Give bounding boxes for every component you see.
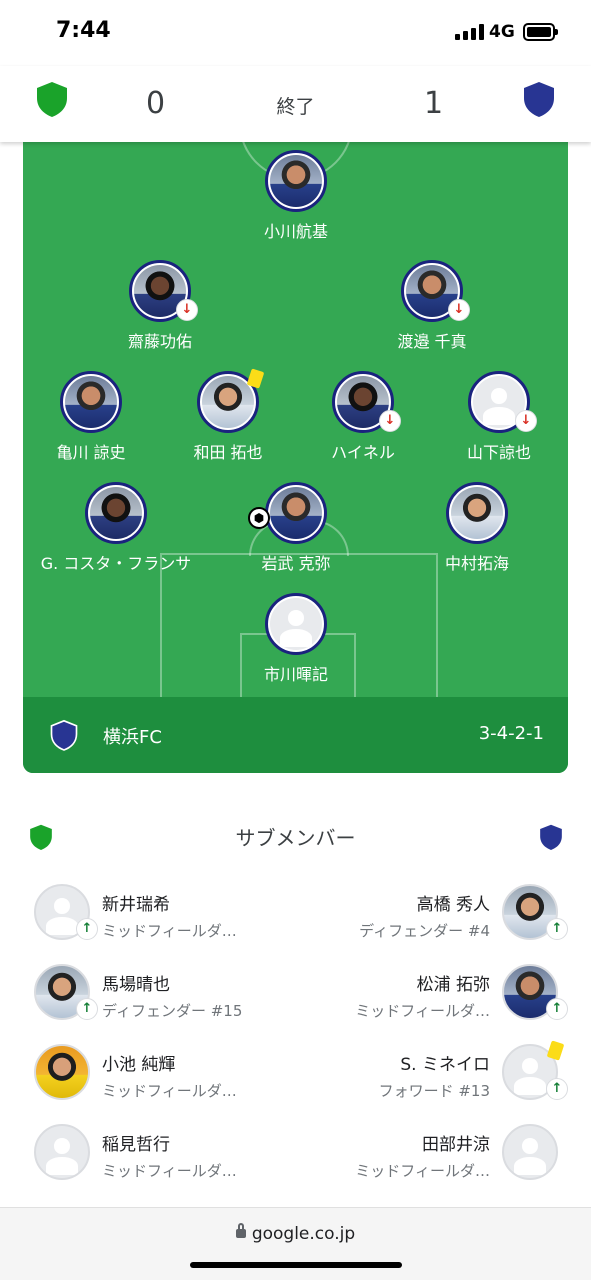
- home-indicator[interactable]: [190, 1262, 402, 1268]
- url-text: google.co.jp: [251, 1224, 356, 1244]
- player-card[interactable]: 小川航基: [196, 150, 396, 242]
- player-name: 渡邉 千真: [397, 332, 467, 351]
- sub-in-icon: ↑: [546, 918, 568, 940]
- battery-icon: [523, 23, 558, 41]
- sub-player-name: 馬場晴也: [102, 975, 170, 995]
- player-card[interactable]: ↓ 渡邉 千真: [332, 260, 532, 352]
- sub-out-icon: ↓: [379, 410, 401, 432]
- away-score: 1: [424, 86, 444, 121]
- sub-out-icon: ↓: [448, 299, 470, 321]
- player-name: 齋藤功佑: [127, 332, 192, 351]
- lineup-pitch: 小川航基 ↓ 齋藤功佑 ↓ 渡邉 千真 亀川 諒史 和田 拓也 ↓ ハイネル ↓…: [23, 140, 568, 773]
- sub-player-position: ミッドフィールダ…: [102, 1162, 237, 1180]
- sub-player-name: 高橋 秀人: [416, 895, 490, 915]
- player-avatar: [502, 1124, 558, 1180]
- player-avatar: ↓: [468, 371, 537, 433]
- sub-player-item[interactable]: ↑ 高橋 秀人 ディフェンダー #4: [300, 880, 570, 950]
- sub-in-icon: ↑: [76, 998, 98, 1020]
- sub-player-position: フォワード #13: [378, 1082, 490, 1100]
- player-avatar: ⬢: [248, 482, 327, 544]
- away-shield-icon: [540, 824, 562, 850]
- sub-player-name: 松浦 拓弥: [416, 975, 490, 995]
- sub-in-icon: ↑: [546, 1078, 568, 1100]
- sub-player-position: ミッドフィールダ…: [355, 1162, 490, 1180]
- sub-player-position: ミッドフィールダ…: [102, 922, 237, 940]
- sub-player-position: ディフェンダー #4: [359, 922, 490, 940]
- url-display[interactable]: google.co.jp: [0, 1223, 591, 1244]
- team-shield-icon: [50, 719, 78, 751]
- player-avatar: [85, 482, 147, 544]
- status-bar: 7:44 4G: [0, 0, 591, 66]
- player-avatar: [60, 371, 122, 433]
- sub-player-name: S. ミネイロ: [400, 1055, 490, 1075]
- sub-player-item[interactable]: ↑ 馬場晴也 ディフェンダー #15: [22, 960, 292, 1030]
- sub-player-position: ミッドフィールダ…: [355, 1002, 490, 1020]
- sub-player-item[interactable]: 稲見哲行 ミッドフィールダ…: [22, 1120, 292, 1190]
- team-name: 横浜FC: [103, 727, 162, 748]
- sub-player-position: ディフェンダー #15: [102, 1002, 243, 1020]
- sub-player-item[interactable]: 小池 純輝 ミッドフィールダ…: [22, 1040, 292, 1110]
- sub-player-item[interactable]: ↑ 新井瑞希 ミッドフィールダ…: [22, 880, 292, 950]
- sub-out-icon: ↓: [515, 410, 537, 432]
- sub-in-icon: ↑: [76, 918, 98, 940]
- player-avatar: ↓: [332, 371, 401, 433]
- sub-player-name: 新井瑞希: [102, 895, 170, 915]
- player-name: 市川暉記: [263, 665, 328, 684]
- sub-in-icon: ↑: [546, 998, 568, 1020]
- sub-player-item[interactable]: ↑ S. ミネイロ フォワード #13: [300, 1040, 570, 1110]
- score-header: 0 終了 1: [0, 66, 591, 142]
- player-card[interactable]: 中村拓海: [377, 482, 568, 574]
- formation: 3-4-2-1: [478, 723, 544, 744]
- sub-player-name: 小池 純輝: [102, 1055, 176, 1075]
- sub-player-name: 田部井涼: [422, 1135, 490, 1155]
- player-avatar: ↓: [129, 260, 198, 322]
- clock: 7:44: [56, 18, 111, 43]
- player-avatar: [265, 150, 327, 212]
- player-avatar: [197, 368, 265, 433]
- sub-player-item[interactable]: ↑ 松浦 拓弥 ミッドフィールダ…: [300, 960, 570, 1030]
- player-avatar: [446, 482, 508, 544]
- sub-player-name: 稲見哲行: [102, 1135, 170, 1155]
- sub-out-icon: ↓: [176, 299, 198, 321]
- goal-ball-icon: ⬢: [248, 507, 270, 529]
- player-card[interactable]: ↓ 山下諒也: [399, 371, 568, 463]
- team-bar: 横浜FC 3-4-2-1: [23, 697, 568, 773]
- away-shield-icon: [524, 82, 554, 117]
- yellow-card-icon: [546, 1040, 565, 1061]
- player-avatar: ↓: [401, 260, 470, 322]
- subs-title: サブメンバー: [235, 826, 356, 850]
- player-name: 中村拓海: [444, 554, 509, 573]
- player-name: 岩武 克弥: [261, 554, 331, 573]
- sub-player-item[interactable]: 田部井涼 ミッドフィールダ…: [300, 1120, 570, 1190]
- sub-player-position: ミッドフィールダ…: [102, 1082, 237, 1100]
- network-label: 4G: [489, 22, 515, 42]
- player-name: G. コスタ・フランサ: [40, 554, 192, 573]
- player-card[interactable]: ↓ 齋藤功佑: [60, 260, 260, 352]
- player-name: 小川航基: [263, 222, 328, 241]
- match-state: 終了: [276, 96, 315, 118]
- yellow-card-icon: [246, 368, 265, 389]
- player-avatar: [265, 593, 327, 655]
- lock-icon: [235, 1223, 246, 1238]
- player-card[interactable]: G. コスタ・フランサ: [23, 482, 216, 574]
- player-card[interactable]: ⬢ 岩武 克弥: [196, 482, 396, 574]
- player-card[interactable]: 市川暉記: [196, 593, 396, 685]
- browser-url-bar[interactable]: google.co.jp: [0, 1207, 591, 1280]
- signal-icon: [455, 24, 484, 40]
- player-avatar: [34, 1044, 90, 1100]
- player-name: 山下諒也: [466, 443, 531, 462]
- player-avatar: [34, 1124, 90, 1180]
